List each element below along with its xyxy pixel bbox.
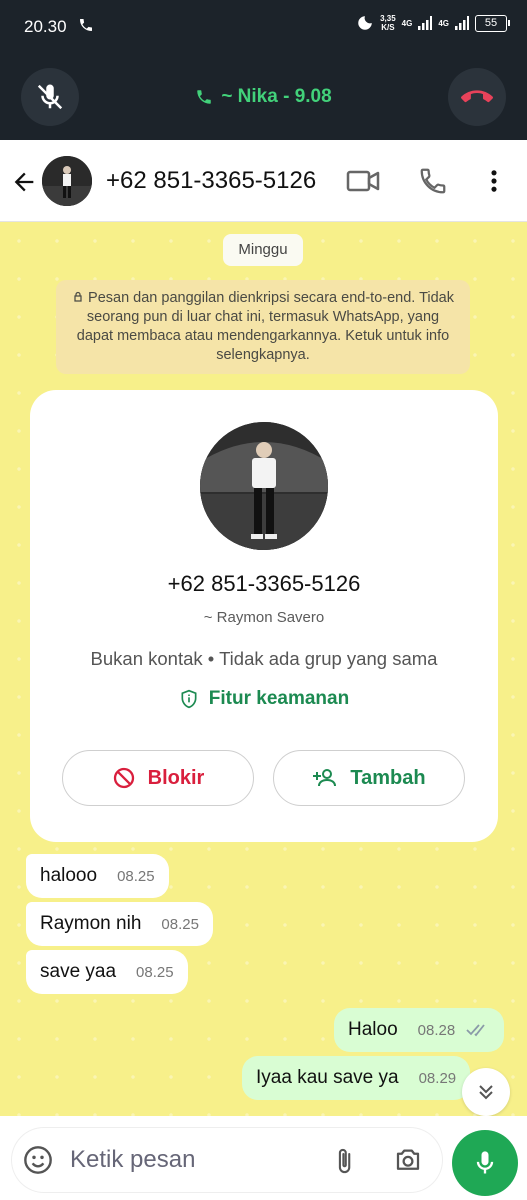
hangup-icon <box>461 90 493 103</box>
message-text: Haloo <box>348 1019 398 1040</box>
chat-area[interactable]: Minggu Pesan dan panggilan dienkripsi se… <box>0 222 527 1116</box>
avatar-photo <box>42 156 92 206</box>
emoji-icon[interactable] <box>22 1144 54 1176</box>
message-input-bar <box>12 1128 442 1192</box>
message-time: 08.25 <box>161 916 199 933</box>
battery-icon: 55 <box>475 14 510 32</box>
video-call-icon[interactable] <box>346 166 380 196</box>
network-type-1: 4G <box>401 18 413 28</box>
contact-profile-photo[interactable] <box>200 422 328 550</box>
chat-header: +62 851-3365-5126 <box>0 140 527 222</box>
security-features-link[interactable]: Fitur keamanan <box>30 688 498 710</box>
camera-icon[interactable] <box>392 1145 424 1175</box>
composer-area <box>0 1116 527 1200</box>
scroll-to-bottom-button[interactable] <box>462 1068 510 1116</box>
phone-icon <box>197 90 212 104</box>
add-person-icon <box>313 769 337 787</box>
contact-meta: Bukan kontak • Tidak ada grup yang sama <box>90 648 438 669</box>
message-input[interactable] <box>70 1142 300 1178</box>
message-text: halooo <box>40 865 98 886</box>
lock-icon <box>74 291 82 302</box>
end-call-button[interactable] <box>448 68 506 126</box>
net-speed-unit: K/S <box>381 23 395 32</box>
message-bubble-outgoing[interactable]: Haloo 08.28 <box>334 1008 505 1052</box>
message-time: 08.28 <box>417 1022 456 1039</box>
date-chip: Minggu <box>223 234 303 266</box>
voice-call-icon[interactable] <box>418 166 448 196</box>
status-time: 20.30 <box>24 17 67 36</box>
shield-icon <box>181 689 197 709</box>
message-text: save yaa <box>40 961 117 982</box>
contact-push-name: ~ Raymon Savero <box>203 609 325 626</box>
contact-info-card: +62 851-3365-5126 ~ Raymon Savero Bukan … <box>30 390 498 842</box>
network-type-2: 4G <box>438 18 449 28</box>
message-text: Raymon nih <box>40 913 142 934</box>
voice-message-button[interactable] <box>452 1130 518 1196</box>
security-features-label: Fitur keamanan <box>208 688 350 709</box>
message-time: 08.25 <box>117 868 155 885</box>
encryption-notice[interactable]: Pesan dan panggilan dienkripsi secara en… <box>56 280 470 374</box>
contact-number: +62 851-3365-5126 <box>167 571 361 596</box>
message-bubble-incoming[interactable]: save yaa 08.25 <box>26 950 188 994</box>
call-title-text: ~ Nika - 9.08 <box>221 86 332 107</box>
message-bubble-outgoing[interactable]: Iyaa kau save ya 08.29 <box>242 1056 471 1100</box>
net-speed-value: 3,35 <box>380 14 396 23</box>
signal-icon <box>418 16 433 30</box>
signal-icon <box>455 16 469 30</box>
paperclip-icon[interactable] <box>330 1144 358 1178</box>
more-options-icon[interactable] <box>480 166 508 196</box>
message-time: 08.25 <box>136 964 174 981</box>
message-text: Iyaa kau save ya <box>256 1067 399 1088</box>
block-icon <box>113 767 134 789</box>
block-button[interactable]: Blokir <box>62 750 254 806</box>
block-label: Blokir <box>147 766 205 789</box>
ongoing-call-icon <box>80 19 92 31</box>
message-time: 08.29 <box>418 1070 457 1087</box>
message-bubble-incoming[interactable]: halooo 08.25 <box>26 854 169 898</box>
encryption-notice-text: Pesan dan panggilan dienkripsi secara en… <box>76 290 454 363</box>
moon-icon <box>358 16 372 30</box>
mic-icon <box>476 1151 494 1174</box>
contact-avatar[interactable] <box>42 156 92 206</box>
profile-photo <box>200 422 328 550</box>
read-receipt-icon <box>466 1024 486 1037</box>
contact-title[interactable]: +62 851-3365-5126 <box>106 167 316 195</box>
add-contact-button[interactable]: Tambah <box>273 750 465 806</box>
back-arrow-icon[interactable] <box>10 168 38 196</box>
double-chevron-down-icon <box>479 1085 493 1100</box>
add-contact-label: Tambah <box>350 766 426 789</box>
status-bar: 20.30 3,35 K/S 4G 4G 55 <box>0 0 527 52</box>
message-bubble-incoming[interactable]: Raymon nih 08.25 <box>26 902 213 946</box>
